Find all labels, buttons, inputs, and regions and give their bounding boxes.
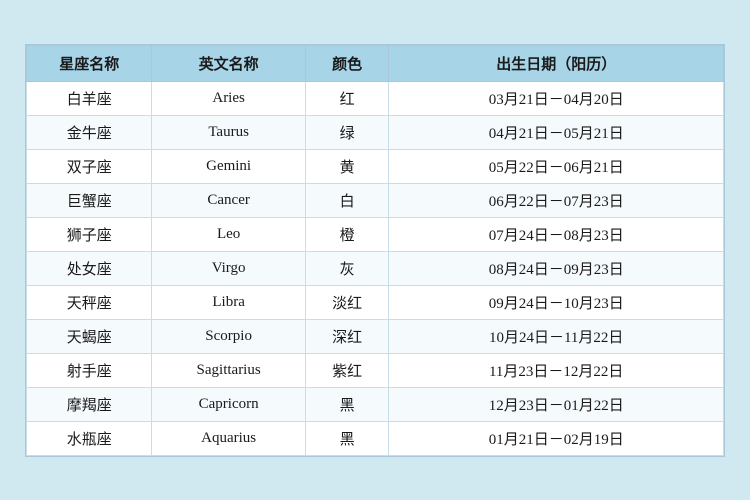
table-row: 巨蟹座Cancer白06月22日－07月23日 <box>27 183 724 217</box>
cell-zodiac-color: 紫红 <box>305 353 389 387</box>
cell-zodiac-date: 07月24日－08月23日 <box>389 217 724 251</box>
cell-zodiac-en: Aries <box>152 81 305 115</box>
table-row: 摩羯座Capricorn黑12月23日－01月22日 <box>27 387 724 421</box>
cell-zodiac-color: 淡红 <box>305 285 389 319</box>
header-date: 出生日期（阳历） <box>389 45 724 81</box>
cell-zodiac-color: 黑 <box>305 421 389 455</box>
table-row: 金牛座Taurus绿04月21日－05月21日 <box>27 115 724 149</box>
cell-zodiac-date: 01月21日－02月19日 <box>389 421 724 455</box>
cell-zodiac-date: 10月24日－11月22日 <box>389 319 724 353</box>
cell-zodiac-date: 12月23日－01月22日 <box>389 387 724 421</box>
cell-zodiac-name: 白羊座 <box>27 81 152 115</box>
cell-zodiac-color: 橙 <box>305 217 389 251</box>
cell-zodiac-name: 射手座 <box>27 353 152 387</box>
cell-zodiac-color: 红 <box>305 81 389 115</box>
cell-zodiac-name: 双子座 <box>27 149 152 183</box>
cell-zodiac-en: Leo <box>152 217 305 251</box>
header-color: 颜色 <box>305 45 389 81</box>
cell-zodiac-color: 白 <box>305 183 389 217</box>
cell-zodiac-date: 03月21日－04月20日 <box>389 81 724 115</box>
cell-zodiac-name: 天蝎座 <box>27 319 152 353</box>
cell-zodiac-color: 绿 <box>305 115 389 149</box>
cell-zodiac-color: 深红 <box>305 319 389 353</box>
cell-zodiac-date: 11月23日－12月22日 <box>389 353 724 387</box>
table-row: 白羊座Aries红03月21日－04月20日 <box>27 81 724 115</box>
table-row: 狮子座Leo橙07月24日－08月23日 <box>27 217 724 251</box>
table-row: 天秤座Libra淡红09月24日－10月23日 <box>27 285 724 319</box>
cell-zodiac-date: 08月24日－09月23日 <box>389 251 724 285</box>
cell-zodiac-date: 05月22日－06月21日 <box>389 149 724 183</box>
table-row: 水瓶座Aquarius黑01月21日－02月19日 <box>27 421 724 455</box>
header-en: 英文名称 <box>152 45 305 81</box>
cell-zodiac-name: 天秤座 <box>27 285 152 319</box>
cell-zodiac-en: Gemini <box>152 149 305 183</box>
cell-zodiac-name: 金牛座 <box>27 115 152 149</box>
zodiac-table: 星座名称 英文名称 颜色 出生日期（阳历） 白羊座Aries红03月21日－04… <box>25 44 725 457</box>
table-header-row: 星座名称 英文名称 颜色 出生日期（阳历） <box>27 45 724 81</box>
table-row: 双子座Gemini黄05月22日－06月21日 <box>27 149 724 183</box>
cell-zodiac-name: 摩羯座 <box>27 387 152 421</box>
cell-zodiac-en: Capricorn <box>152 387 305 421</box>
cell-zodiac-date: 04月21日－05月21日 <box>389 115 724 149</box>
cell-zodiac-date: 06月22日－07月23日 <box>389 183 724 217</box>
cell-zodiac-en: Virgo <box>152 251 305 285</box>
cell-zodiac-en: Aquarius <box>152 421 305 455</box>
cell-zodiac-name: 巨蟹座 <box>27 183 152 217</box>
cell-zodiac-name: 水瓶座 <box>27 421 152 455</box>
cell-zodiac-en: Taurus <box>152 115 305 149</box>
cell-zodiac-en: Scorpio <box>152 319 305 353</box>
cell-zodiac-en: Libra <box>152 285 305 319</box>
cell-zodiac-color: 灰 <box>305 251 389 285</box>
cell-zodiac-date: 09月24日－10月23日 <box>389 285 724 319</box>
cell-zodiac-name: 处女座 <box>27 251 152 285</box>
header-name: 星座名称 <box>27 45 152 81</box>
table-row: 天蝎座Scorpio深红10月24日－11月22日 <box>27 319 724 353</box>
cell-zodiac-name: 狮子座 <box>27 217 152 251</box>
cell-zodiac-color: 黄 <box>305 149 389 183</box>
cell-zodiac-en: Sagittarius <box>152 353 305 387</box>
cell-zodiac-en: Cancer <box>152 183 305 217</box>
cell-zodiac-color: 黑 <box>305 387 389 421</box>
table-row: 射手座Sagittarius紫红11月23日－12月22日 <box>27 353 724 387</box>
table-row: 处女座Virgo灰08月24日－09月23日 <box>27 251 724 285</box>
